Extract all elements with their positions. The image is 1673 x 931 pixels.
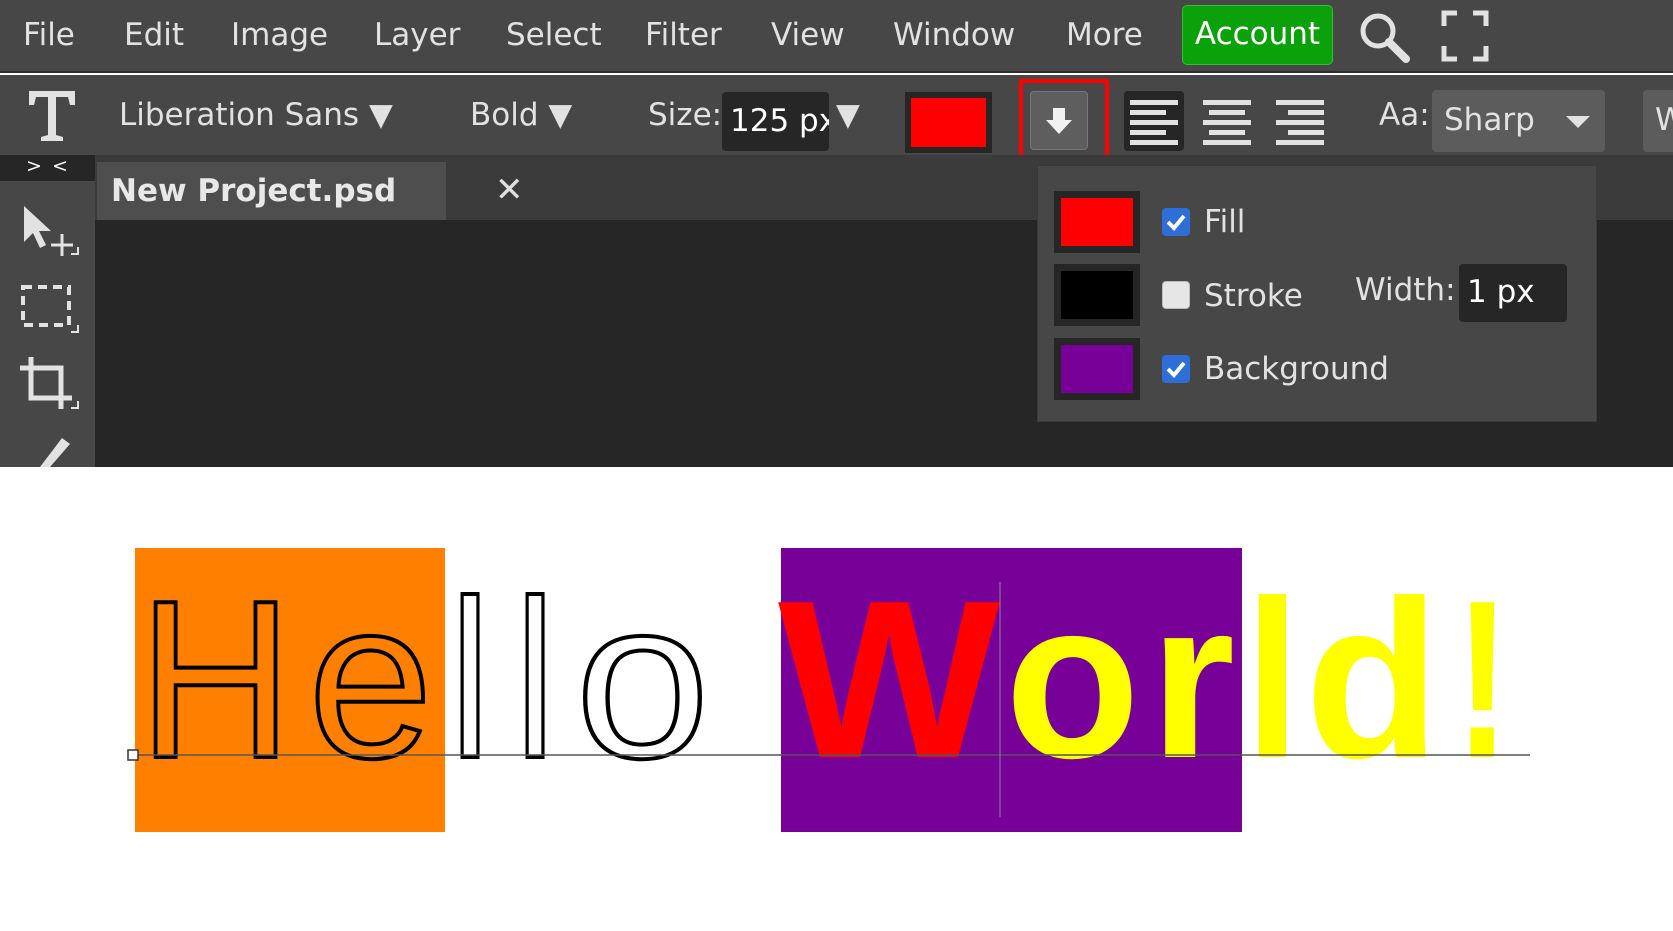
align-left-icon bbox=[1130, 100, 1178, 145]
menu-image[interactable]: Image bbox=[231, 0, 328, 72]
brush-tool-icon[interactable] bbox=[18, 432, 78, 471]
align-left-button[interactable] bbox=[1124, 91, 1184, 151]
menu-more[interactable]: More bbox=[1066, 0, 1143, 72]
text-layer[interactable]: H e l l o W o r l d ! bbox=[0, 467, 1673, 927]
check-icon bbox=[1166, 214, 1186, 231]
fill-checkbox[interactable] bbox=[1162, 208, 1190, 236]
check-icon bbox=[1166, 361, 1186, 378]
text-color-swatch[interactable] bbox=[905, 92, 992, 153]
stroke-color-swatch[interactable] bbox=[1054, 264, 1140, 326]
stroke-width-input[interactable]: 1 px bbox=[1459, 264, 1567, 322]
antialias-value: Sharp bbox=[1444, 102, 1535, 138]
menu-view[interactable]: View bbox=[771, 0, 845, 72]
letter-r: r bbox=[1150, 553, 1235, 805]
chevron-down-icon bbox=[1566, 116, 1590, 128]
letter-W: W bbox=[778, 553, 1001, 805]
fill-label: Fill bbox=[1204, 204, 1246, 240]
letter-d: d bbox=[1305, 553, 1440, 805]
tab-title: New Project.psd bbox=[111, 173, 397, 209]
font-family-select[interactable]: Liberation Sans ▼ bbox=[119, 75, 393, 155]
stroke-label: Stroke bbox=[1204, 278, 1303, 314]
move-tool-icon[interactable] bbox=[18, 202, 80, 266]
search-icon[interactable] bbox=[1357, 10, 1411, 68]
font-weight-select[interactable]: Bold ▼ bbox=[470, 75, 572, 155]
menu-edit[interactable]: Edit bbox=[124, 0, 184, 72]
menu-window[interactable]: Window bbox=[893, 0, 1015, 72]
antialias-label: Aa: bbox=[1379, 97, 1430, 133]
menu-select[interactable]: Select bbox=[506, 0, 602, 72]
highlight-box bbox=[1019, 79, 1109, 165]
menu-layer[interactable]: Layer bbox=[374, 0, 460, 72]
letter-l-2: l bbox=[515, 553, 555, 805]
align-right-button[interactable] bbox=[1270, 91, 1330, 151]
menu-filter[interactable]: Filter bbox=[645, 0, 722, 72]
crop-tool-icon[interactable] bbox=[18, 355, 80, 421]
fill-color-swatch[interactable] bbox=[1054, 191, 1140, 253]
size-input[interactable]: 125 px bbox=[722, 92, 829, 151]
letter-o: o bbox=[575, 553, 710, 805]
menu-bar: File Edit Image Layer Select Filter View… bbox=[0, 0, 1673, 73]
collapse-toggle[interactable]: > < bbox=[0, 155, 95, 181]
size-label: Size: bbox=[648, 97, 723, 133]
background-checkbox[interactable] bbox=[1162, 355, 1190, 383]
close-icon[interactable]: ✕ bbox=[495, 162, 524, 218]
stroke-color-fill bbox=[1061, 271, 1133, 319]
background-color-fill bbox=[1061, 345, 1133, 393]
stroke-width-label: Width: bbox=[1355, 272, 1456, 308]
letter-l: l bbox=[450, 553, 490, 805]
stroke-checkbox[interactable] bbox=[1162, 281, 1190, 309]
antialias-select[interactable]: Sharp bbox=[1432, 90, 1605, 152]
letter-o-2: o bbox=[1005, 553, 1140, 805]
letter-H: H bbox=[138, 553, 293, 805]
marquee-tool-icon[interactable] bbox=[18, 282, 80, 344]
align-center-button[interactable] bbox=[1197, 91, 1257, 151]
align-center-icon bbox=[1203, 100, 1251, 145]
letter-exclaim: ! bbox=[1455, 553, 1510, 805]
options-bar: Liberation Sans ▼ Bold ▼ Size: 125 px ▼ … bbox=[0, 75, 1673, 155]
fullscreen-icon[interactable] bbox=[1441, 10, 1489, 66]
letter-l-3: l bbox=[1245, 553, 1300, 805]
canvas-area[interactable]: H e l l o W o r l d ! bbox=[0, 467, 1673, 927]
account-button[interactable]: Account bbox=[1182, 5, 1333, 65]
text-tool-icon[interactable] bbox=[25, 85, 79, 149]
letter-e: e bbox=[308, 553, 433, 805]
size-dropdown-arrow[interactable]: ▼ bbox=[836, 75, 860, 155]
tab-document[interactable]: New Project.psd ✕ bbox=[97, 162, 524, 220]
text-anchor-handle[interactable] bbox=[127, 749, 139, 761]
background-color-swatch[interactable] bbox=[1054, 338, 1140, 400]
align-right-icon bbox=[1276, 100, 1324, 145]
background-label: Background bbox=[1204, 351, 1389, 387]
fill-color-fill bbox=[1061, 198, 1133, 246]
warp-button[interactable]: W bbox=[1643, 90, 1673, 152]
text-color-fill bbox=[911, 98, 986, 147]
fill-options-panel: Fill Stroke Width: 1 px Background bbox=[1037, 165, 1597, 422]
menu-file[interactable]: File bbox=[23, 0, 75, 72]
